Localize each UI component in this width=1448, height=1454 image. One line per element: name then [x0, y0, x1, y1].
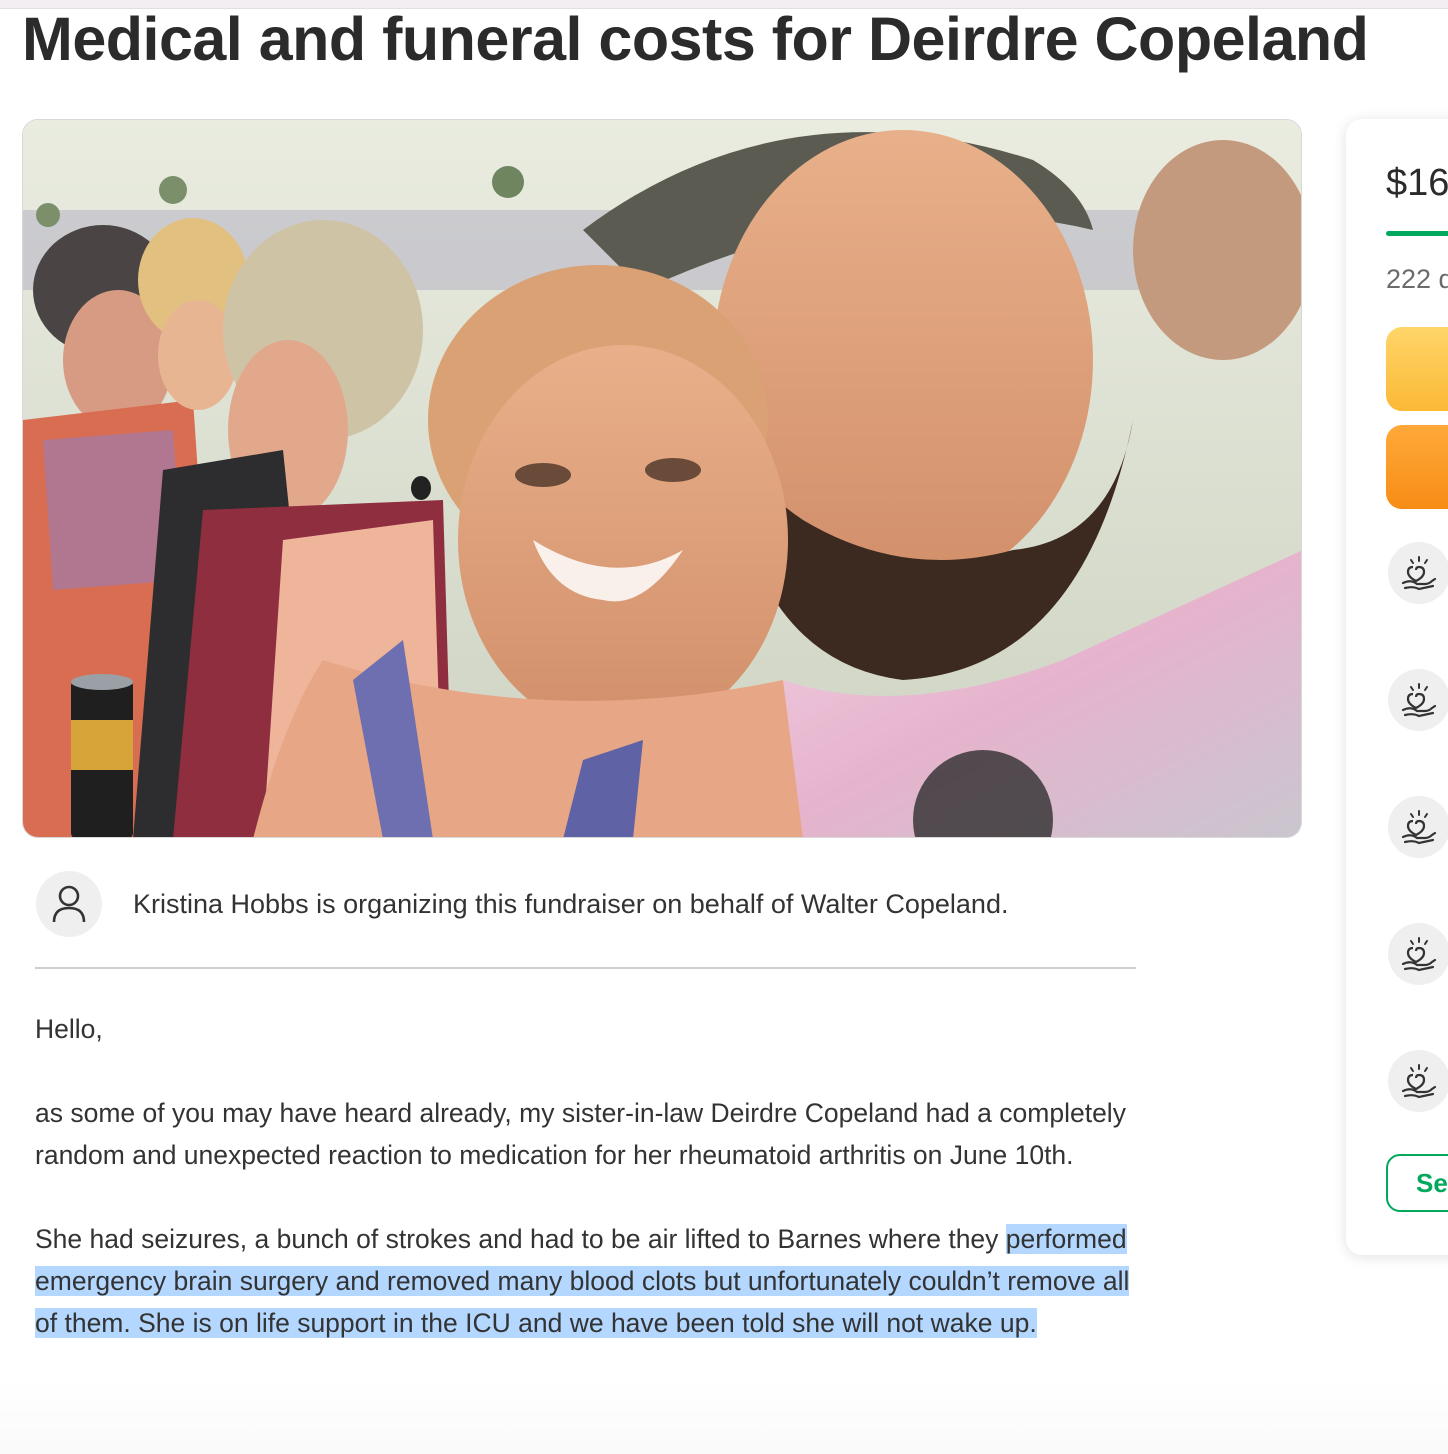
- heart-hand-icon: [1388, 542, 1448, 604]
- bottom-fade: [0, 1380, 1448, 1454]
- see-all-button[interactable]: Se: [1386, 1154, 1448, 1212]
- avatar[interactable]: [36, 871, 102, 937]
- donations-count: 222 d: [1386, 264, 1448, 294]
- heart-hand-icon: [1388, 796, 1448, 858]
- amount-raised: $16: [1386, 162, 1448, 204]
- share-button[interactable]: [1386, 327, 1448, 411]
- donation-sidebar: $16 222 d Se: [1346, 119, 1448, 1255]
- donate-button[interactable]: [1386, 425, 1448, 509]
- story-text-line: She had seizures, a bunch of strokes and…: [35, 1224, 999, 1254]
- progress-bar: [1386, 231, 1448, 236]
- campaign-photo[interactable]: [22, 119, 1302, 838]
- fundraiser-page: Medical and funeral costs for Deirdre Co…: [0, 0, 1448, 1454]
- person-icon: [52, 885, 86, 923]
- page-title: Medical and funeral costs for Deirdre Co…: [22, 5, 1369, 73]
- organizer-text: Kristina Hobbs is organizing this fundra…: [133, 888, 1009, 919]
- story-paragraph: She had seizures, a bunch of strokes and…: [35, 1218, 1145, 1344]
- progress-fill: [1386, 231, 1448, 236]
- heart-hand-icon: [1388, 1050, 1448, 1112]
- story-text: Hello, as some of you may have heard alr…: [35, 1008, 1145, 1386]
- heart-hand-icon: [1388, 669, 1448, 731]
- organizer-row: Kristina Hobbs is organizing this fundra…: [36, 870, 1136, 938]
- photo-illustration: [23, 120, 1301, 837]
- divider: [35, 967, 1136, 969]
- story-greeting: Hello,: [35, 1014, 103, 1044]
- heart-hand-icon: [1388, 923, 1448, 985]
- story-paragraph: as some of you may have heard already, m…: [35, 1098, 1126, 1170]
